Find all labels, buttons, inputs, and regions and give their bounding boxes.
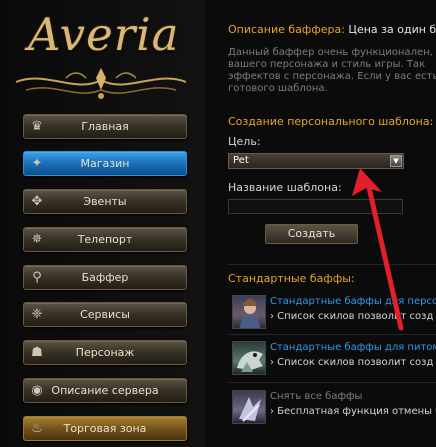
- remove-all-buffs-title[interactable]: Снять все баффы: [270, 391, 362, 402]
- character-icon: ☗: [31, 345, 43, 360]
- menu-item-teleport[interactable]: ✵ Телепорт: [23, 227, 187, 252]
- logo-ornament-icon: [15, 68, 187, 99]
- menu-item-label: Торговая зона: [63, 422, 147, 435]
- logo-text: Averia: [28, 8, 180, 61]
- menu-item-services[interactable]: ❈ Сервисы: [23, 302, 187, 327]
- template-heading: Создание персонального шаблона:: [228, 115, 434, 128]
- template-name-input[interactable]: [228, 199, 403, 214]
- buffer-description-title: Описание баффера: Цена за один баф: [228, 23, 436, 36]
- buffer-title-text: Цена за один баф: [348, 23, 436, 36]
- menu-item-label: Баффер: [81, 271, 129, 284]
- target-select-value: Pet: [233, 155, 249, 166]
- menu-item-label: Сервисы: [80, 308, 130, 321]
- target-label: Цель:: [228, 135, 261, 148]
- menu-item-label: Персонаж: [75, 346, 135, 359]
- wand-icon: ⚲: [32, 270, 42, 285]
- standard-buffs-character-link[interactable]: Стандартные баффы для персо: [270, 296, 436, 307]
- standard-buffs-character-desc: › Список скилов позволит созд: [270, 311, 434, 322]
- buffer-desc-line: Данный баффер очень функционален,: [228, 47, 433, 58]
- standard-buffs-pet-link[interactable]: Стандартные баффы для питом: [270, 342, 436, 353]
- menu-item-shop[interactable]: ✦ Магазин: [23, 151, 187, 176]
- divider: [228, 264, 436, 265]
- character-portrait-icon: [232, 295, 266, 329]
- target-select[interactable]: Pet ▼: [228, 153, 404, 169]
- menu-item-events[interactable]: ✥ Эвенты: [23, 189, 187, 214]
- chevron-down-icon[interactable]: ▼: [390, 155, 402, 167]
- buffer-desc-line: вашего персонажа и стиль игры. Так: [228, 59, 426, 70]
- pet-portrait-icon: [232, 341, 266, 375]
- menu-item-character[interactable]: ☗ Персонаж: [23, 340, 187, 365]
- gear-icon: ❈: [31, 307, 43, 322]
- menu-item-buffer[interactable]: ⚲ Баффер: [23, 265, 187, 290]
- buffer-desc-line: готового шаблона.: [228, 83, 328, 94]
- menu-item-server-description[interactable]: ◉ Описание сервера: [23, 378, 187, 403]
- menu-item-home[interactable]: ♛ Главная: [23, 114, 187, 139]
- create-template-button[interactable]: Создать: [265, 224, 358, 244]
- standard-buffs-heading: Стандартные баффы:: [228, 272, 355, 285]
- fire-icon: ♨: [31, 421, 43, 436]
- eye-icon: ◉: [31, 383, 43, 398]
- template-name-label: Название шаблона:: [228, 181, 342, 194]
- divider: [228, 382, 436, 383]
- buffer-desc-line: эффектов с персонажа. Если у вас есть: [228, 71, 436, 82]
- menu-item-label: Телепорт: [77, 233, 133, 246]
- remove-all-buffs-desc: › Бесплатная функция отмены б: [270, 406, 436, 417]
- standard-buffs-pet-desc: › Список скилов позволит созд: [270, 357, 434, 368]
- main-content: Описание баффера: Цена за один баф Данны…: [205, 0, 436, 447]
- teleport-icon: ✵: [31, 232, 43, 247]
- remove-buffs-icon: [232, 390, 266, 424]
- divider: [228, 334, 436, 335]
- menu-item-label: Эвенты: [83, 195, 127, 208]
- crown-icon: ♛: [31, 119, 43, 134]
- menu-item-label: Магазин: [80, 157, 130, 170]
- emblem-icon: ✥: [31, 194, 43, 209]
- buffer-title-prefix: Описание баффера:: [228, 23, 345, 36]
- menu-item-label: Описание сервера: [51, 384, 159, 397]
- menu-item-label: Главная: [81, 120, 129, 133]
- shop-icon: ✦: [31, 156, 43, 171]
- site-logo[interactable]: Averia: [6, 4, 196, 108]
- left-sidebar: Averia ♛ Главная ✦ Магазин ✥ Эвенты ✵ Те…: [0, 0, 205, 447]
- menu-item-trade-zone[interactable]: ♨ Торговая зона: [23, 416, 187, 441]
